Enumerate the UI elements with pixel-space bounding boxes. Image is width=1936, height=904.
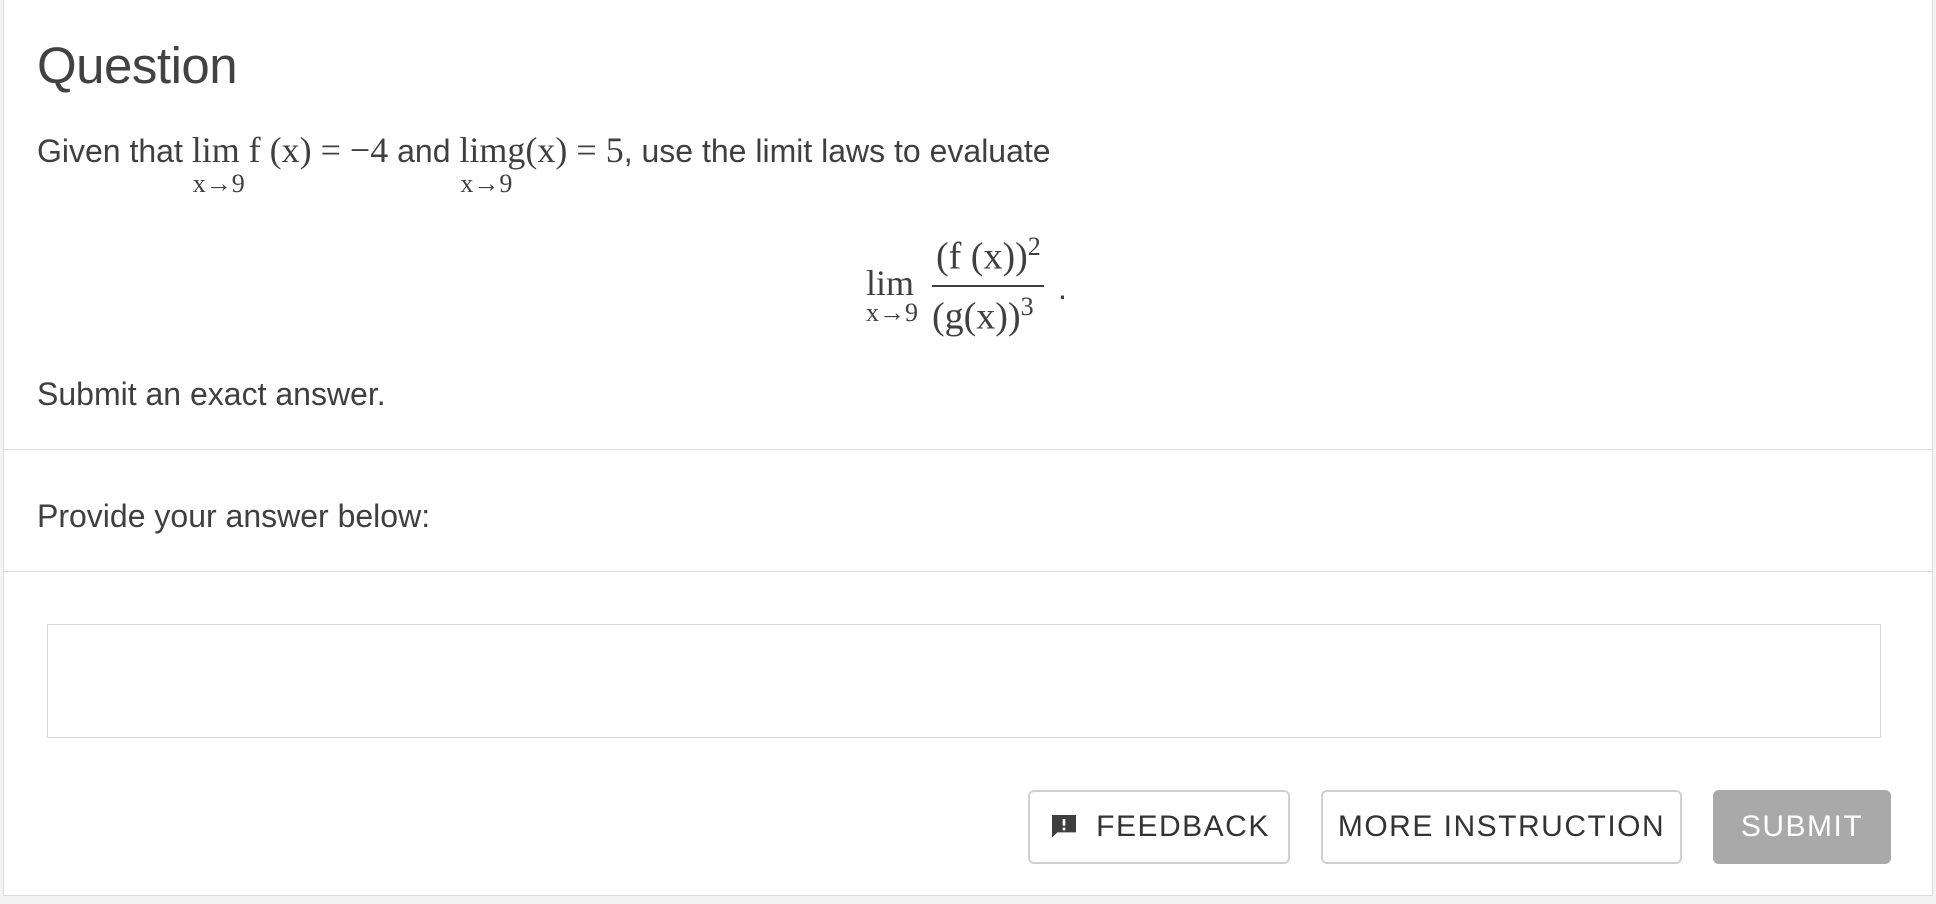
divider-bottom: [4, 571, 1932, 572]
fraction-numerator: (f (x))2: [936, 232, 1041, 279]
display-lim-subscript: x→9: [866, 298, 918, 327]
limit-g: lim x→9: [459, 130, 512, 198]
limit-g-subscript: x→9: [460, 169, 513, 198]
more-instruction-label: MORE INSTRUCTION: [1337, 810, 1666, 843]
answer-input[interactable]: [48, 625, 1880, 737]
submit-button[interactable]: SUBMIT: [1713, 790, 1891, 864]
display-trailing-period: .: [1058, 270, 1067, 306]
denominator-exponent: 3: [1020, 292, 1034, 321]
limit-f-expression: f (x) = −4: [248, 130, 389, 170]
instruction-text: Submit an exact answer.: [37, 376, 386, 412]
prompt-given-that: Given that: [37, 133, 183, 169]
question-card: Question Given that lim x→9 f (x) = −4 a…: [3, 0, 1933, 896]
submit-button-label: SUBMIT: [1740, 810, 1864, 843]
display-math-limit: lim x→9 (f (x))2 (g(x))3 .: [866, 232, 1086, 342]
fraction-bar: [932, 285, 1044, 287]
limit-f-subscript: x→9: [192, 169, 245, 198]
answer-input-box[interactable]: [47, 624, 1881, 738]
limit-f: lim x→9: [192, 130, 245, 198]
feedback-button[interactable]: FEEDBACK: [1028, 790, 1290, 864]
more-instruction-button[interactable]: MORE INSTRUCTION: [1321, 790, 1682, 864]
feedback-button-label: FEEDBACK: [1096, 810, 1270, 843]
fraction-denominator: (g(x))3: [932, 292, 1034, 339]
denominator-base: (g(x)): [932, 295, 1021, 338]
answer-label: Provide your answer below:: [37, 498, 431, 534]
divider-top: [4, 449, 1932, 450]
prompt-and: and: [397, 133, 451, 169]
limit-g-expression: g(x) = 5: [507, 130, 624, 170]
question-prompt: Given that lim x→9 f (x) = −4 and lim x→…: [37, 130, 1051, 198]
numerator-base: (f (x)): [936, 235, 1028, 278]
numerator-exponent: 2: [1027, 232, 1041, 261]
prompt-suffix: , use the limit laws to evaluate: [623, 133, 1051, 169]
question-title: Question: [37, 37, 238, 94]
feedback-alert-icon: [1052, 815, 1077, 838]
